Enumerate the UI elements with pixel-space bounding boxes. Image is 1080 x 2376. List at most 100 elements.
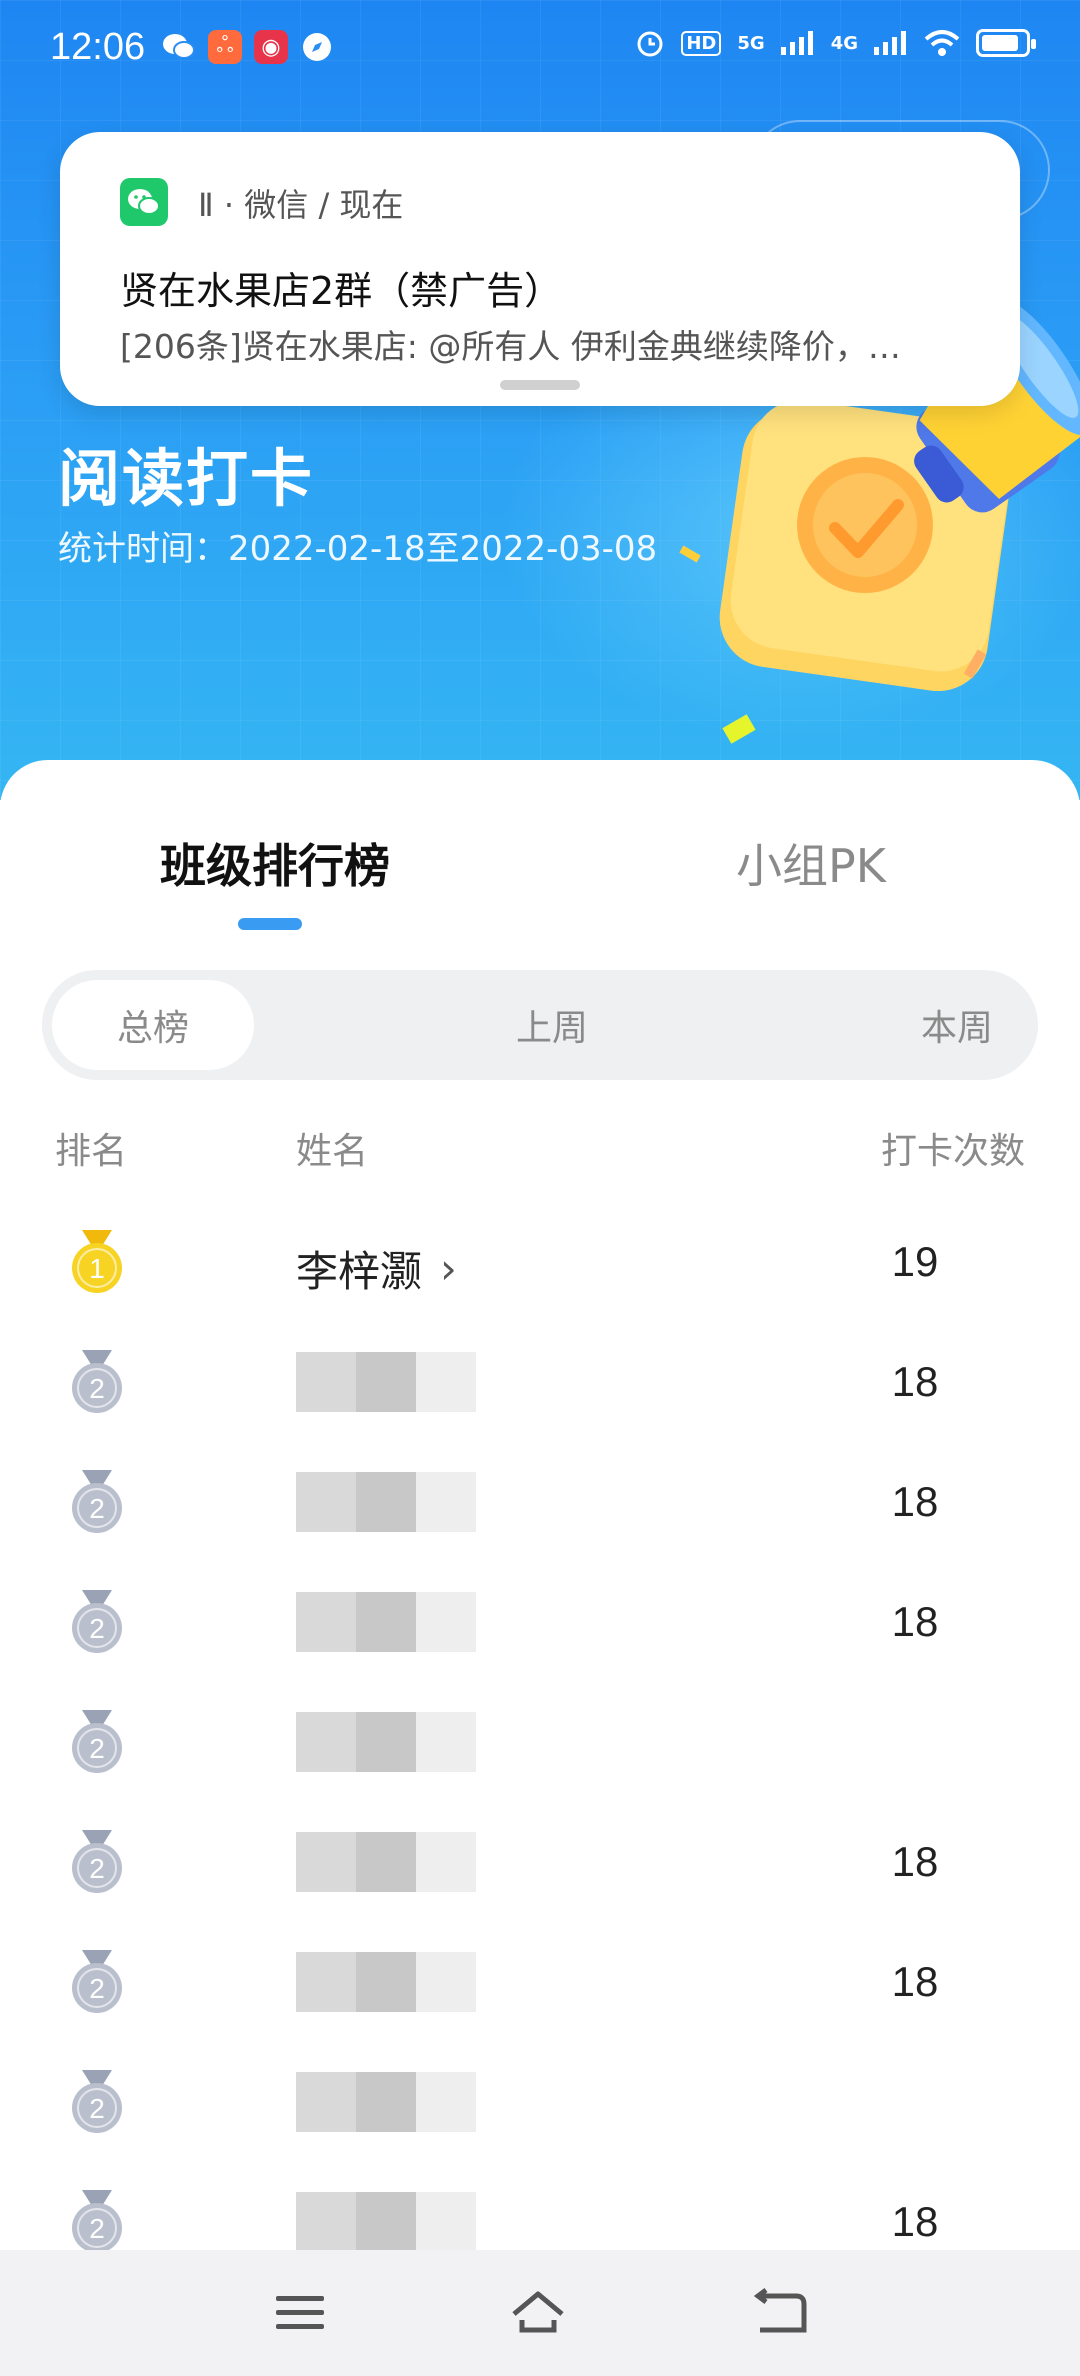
- signal-4g-label: 4G: [830, 32, 858, 54]
- svg-text:2: 2: [89, 2093, 105, 2124]
- svg-text:2: 2: [89, 1493, 105, 1524]
- signal-5g-label: 5G: [737, 32, 765, 54]
- status-time: 12:06: [50, 26, 146, 68]
- table-row[interactable]: 1 李梓灏 › 19: [0, 1202, 1080, 1322]
- checkin-count: 18: [891, 1958, 939, 2005]
- privacy-mosaic: [296, 1472, 476, 1532]
- privacy-mosaic: [296, 2192, 476, 2252]
- signal-icon: [780, 31, 813, 55]
- silver-medal-icon: 2: [72, 1830, 122, 1893]
- silver-medal-icon: 2: [72, 1470, 122, 1533]
- ranking-card: 班级排行榜 小组PK 总榜 上周 本周 排名 姓名 打卡次数 1 李梓灏 › 19 2晴…: [0, 760, 1080, 2253]
- compass-status-icon: [300, 30, 334, 64]
- mosaic-block: [416, 1472, 476, 1532]
- silver-medal-icon: 2: [72, 1710, 122, 1773]
- privacy-mosaic: [296, 2072, 476, 2132]
- notification-body: [206条]贤在水果店: @所有人 伊利金典继续降价，…: [120, 327, 901, 366]
- chevron-right-icon: ›: [440, 1244, 457, 1293]
- header-count: 打卡次数: [880, 1131, 1025, 1172]
- silver-medal-icon: 2: [72, 2070, 122, 2133]
- segment-last-week[interactable]: 上周: [472, 970, 632, 1080]
- table-row[interactable]: 2: [0, 1682, 1080, 1802]
- home-icon[interactable]: [510, 2288, 566, 2338]
- student-name-text: 李梓灏: [296, 1247, 423, 1296]
- table-row[interactable]: 2晴18: [0, 1322, 1080, 1442]
- alarm-icon: [637, 31, 663, 57]
- notification-app-line: Ⅱ · 微信 / 现在: [198, 186, 404, 224]
- mosaic-block: [356, 1712, 416, 1772]
- wechat-icon: [120, 178, 168, 226]
- mosaic-block: [356, 1352, 416, 1412]
- wechat-status-icon: [162, 30, 196, 64]
- checkin-count: 18: [891, 2198, 939, 2245]
- checkin-count: 18: [891, 1598, 939, 1645]
- app-status-icon: ஃ: [208, 30, 242, 64]
- notification-handle[interactable]: [500, 380, 580, 390]
- privacy-mosaic: [296, 1352, 476, 1412]
- mosaic-block: [296, 1712, 356, 1772]
- silver-medal-icon: 2: [72, 1950, 122, 2013]
- mosaic-block: [356, 2072, 416, 2132]
- silver-medal-icon: 2: [72, 1590, 122, 1653]
- mosaic-block: [416, 2072, 476, 2132]
- wifi-icon: [924, 30, 960, 56]
- checkin-count: 18: [891, 1478, 939, 1525]
- svg-text:2: 2: [89, 1613, 105, 1644]
- silver-medal-icon: 2: [72, 2190, 122, 2253]
- mosaic-block: [416, 2192, 476, 2252]
- mosaic-block: [416, 1352, 476, 1412]
- menu-icon[interactable]: [272, 2288, 328, 2338]
- svg-text:2: 2: [89, 1373, 105, 1404]
- active-tab-indicator: [238, 918, 302, 930]
- gold-medal-icon: 1: [72, 1230, 122, 1293]
- privacy-mosaic: [296, 1712, 476, 1772]
- privacy-mosaic: [296, 1832, 476, 1892]
- ranking-tabs: 班级排行榜 小组PK: [0, 830, 1080, 920]
- status-app-icons: ஃ ◉: [162, 30, 334, 64]
- segment-this-week[interactable]: 本周: [882, 970, 1032, 1080]
- table-row[interactable]: 2孙18: [0, 1922, 1080, 2042]
- tab-group-pk[interactable]: 小组PK: [736, 830, 886, 896]
- mosaic-block: [356, 1592, 416, 1652]
- period-segmented-control: 总榜 上周 本周: [42, 970, 1038, 1080]
- header-rank: 排名: [55, 1131, 128, 1172]
- checkin-count: 18: [891, 1838, 939, 1885]
- header-name: 姓名: [296, 1131, 369, 1172]
- wechat-notification[interactable]: Ⅱ · 微信 / 现在 贤在水果店2群（禁广告） [206条]贤在水果店: @所…: [60, 132, 1020, 406]
- privacy-mosaic: [296, 1592, 476, 1652]
- svg-text:2: 2: [89, 2213, 105, 2244]
- back-icon[interactable]: [752, 2288, 808, 2338]
- mosaic-block: [296, 2072, 356, 2132]
- mosaic-block: [356, 1952, 416, 2012]
- checkin-count: 19: [891, 1238, 939, 1285]
- mosaic-block: [296, 1952, 356, 2012]
- svg-text:2: 2: [89, 1733, 105, 1764]
- mosaic-block: [416, 1832, 476, 1892]
- signal-icon: [874, 31, 906, 55]
- svg-text:2: 2: [89, 1973, 105, 2004]
- mosaic-block: [356, 1832, 416, 1892]
- mosaic-block: [416, 1712, 476, 1772]
- hd-label: HD: [681, 30, 722, 56]
- student-name[interactable]: 李梓灏 ›: [296, 1238, 457, 1299]
- system-navigation-bar: [0, 2250, 1080, 2376]
- mosaic-block: [296, 2192, 356, 2252]
- battery-icon: [976, 29, 1036, 57]
- svg-text:1: 1: [89, 1253, 105, 1284]
- silver-medal-icon: 2: [72, 1350, 122, 1413]
- table-row[interactable]: 2: [0, 2042, 1080, 2162]
- statistics-period: 统计时间：2022-02-18至2022-03-08: [58, 529, 658, 569]
- table-row[interactable]: 2姜18: [0, 1442, 1080, 1562]
- segment-total[interactable]: 总榜: [52, 980, 254, 1070]
- mosaic-block: [356, 2192, 416, 2252]
- mosaic-block: [356, 1472, 416, 1532]
- mosaic-block: [296, 1352, 356, 1412]
- table-row[interactable]: 2 18: [0, 1802, 1080, 1922]
- mosaic-block: [296, 1592, 356, 1652]
- table-row[interactable]: 2菲18: [0, 1562, 1080, 1682]
- tab-class-ranking[interactable]: 班级排行榜: [160, 830, 390, 896]
- app-status-icon: ◉: [254, 30, 288, 64]
- page-title: 阅读打卡: [58, 442, 315, 515]
- status-right-icons: HD 5G 4G: [635, 28, 1036, 58]
- mosaic-block: [296, 1832, 356, 1892]
